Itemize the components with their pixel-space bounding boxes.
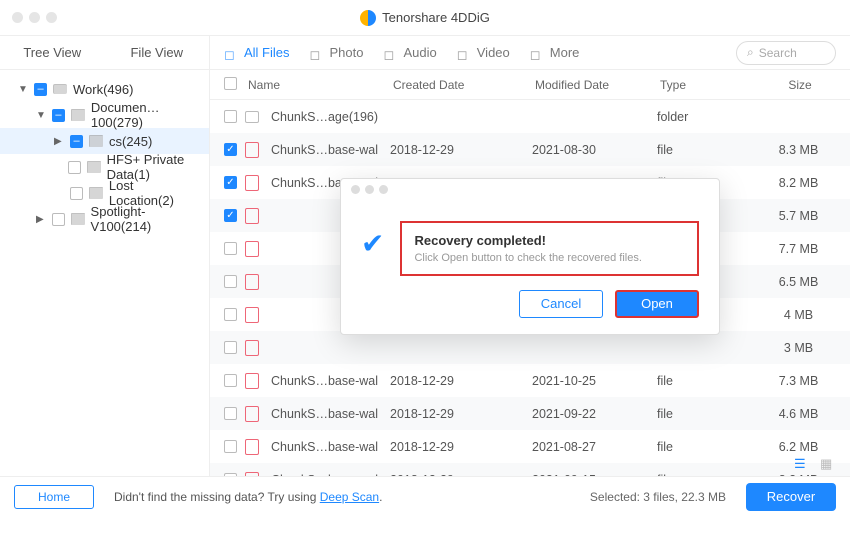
tree-label: Work(496) [73, 82, 133, 97]
modal-overlay: ✔ Recovery completed! Click Open button … [210, 36, 850, 476]
folder-icon [89, 187, 103, 199]
content-area: ◻All Files◻Photo◻Audio◻Video◻More ⌕ Sear… [210, 36, 850, 476]
tree-node[interactable]: HFS+ Private Data(1) [0, 154, 209, 180]
tree: ▼ Work(496)▼ Documen…100(279)▶ cs(245) H… [0, 70, 209, 476]
sidebar: Tree View File View ▼ Work(496)▼ Documen… [0, 36, 210, 476]
tree-label: Spotlight-V100(214) [91, 204, 201, 234]
tree-checkbox[interactable] [68, 161, 81, 174]
tree-node[interactable]: ▶ Spotlight-V100(214) [0, 206, 209, 232]
tab-file-view[interactable]: File View [105, 36, 210, 69]
tree-label: cs(245) [109, 134, 152, 149]
tree-checkbox[interactable] [34, 83, 47, 96]
modal-window-controls[interactable] [341, 179, 719, 201]
titlebar: Tenorshare 4DDiG [0, 0, 850, 36]
deep-scan-hint: Didn't find the missing data? Try using … [114, 490, 382, 504]
recover-button[interactable]: Recover [746, 483, 836, 511]
footer: Home Didn't find the missing data? Try u… [0, 476, 850, 516]
app-title: Tenorshare 4DDiG [360, 10, 490, 26]
drive-icon [53, 84, 67, 94]
tab-tree-view[interactable]: Tree View [0, 36, 105, 69]
expand-arrow-icon[interactable]: ▼ [36, 110, 46, 121]
folder-icon [89, 135, 103, 147]
tree-node[interactable]: ▼ Work(496) [0, 76, 209, 102]
folder-icon [71, 109, 85, 121]
deep-scan-link[interactable]: Deep Scan [320, 490, 379, 504]
home-button[interactable]: Home [14, 485, 94, 509]
tree-checkbox[interactable] [70, 187, 83, 200]
cancel-button[interactable]: Cancel [519, 290, 603, 318]
tree-node[interactable]: Lost Location(2) [0, 180, 209, 206]
tree-node[interactable]: ▶ cs(245) [0, 128, 209, 154]
app-logo-icon [360, 10, 376, 26]
folder-icon [71, 213, 85, 225]
tree-checkbox[interactable] [70, 135, 83, 148]
selection-status: Selected: 3 files, 22.3 MB [590, 490, 726, 504]
expand-arrow-icon[interactable]: ▶ [36, 214, 46, 225]
checkmark-icon: ✔ [361, 227, 384, 276]
tree-checkbox[interactable] [52, 109, 65, 122]
tree-checkbox[interactable] [52, 213, 65, 226]
tree-node[interactable]: ▼ Documen…100(279) [0, 102, 209, 128]
folder-icon [87, 161, 101, 173]
window-controls[interactable] [12, 12, 57, 23]
open-button[interactable]: Open [615, 290, 699, 318]
recovery-modal: ✔ Recovery completed! Click Open button … [340, 178, 720, 335]
tree-label: Documen…100(279) [91, 100, 201, 130]
expand-arrow-icon[interactable]: ▼ [18, 84, 28, 95]
modal-message: Recovery completed! Click Open button to… [400, 221, 699, 276]
expand-arrow-icon[interactable]: ▶ [54, 136, 64, 147]
